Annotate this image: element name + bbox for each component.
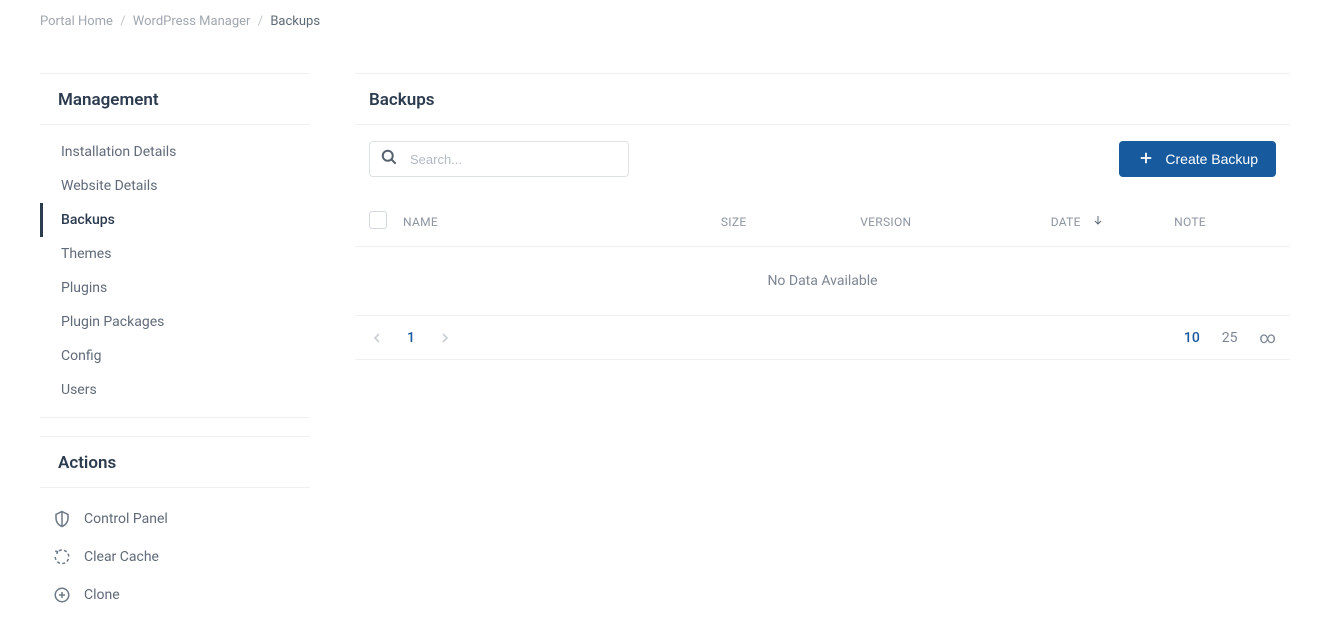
breadcrumb: Portal Home / WordPress Manager / Backup… [0, 0, 1330, 43]
table-empty-state: No Data Available [355, 247, 1290, 316]
sidebar-item-plugins[interactable]: Plugins [40, 271, 310, 305]
action-item-label: Clone [84, 587, 120, 603]
per-page-10[interactable]: 10 [1184, 330, 1200, 346]
sidebar-management-title: Management [40, 73, 310, 125]
page-title: Backups [355, 73, 1290, 125]
action-item-clear-cache[interactable]: Clear Cache [40, 538, 310, 576]
per-page-infinity[interactable]: ∞ [1260, 328, 1276, 347]
sidebar-item-config[interactable]: Config [40, 339, 310, 373]
page-next-button[interactable] [437, 330, 453, 346]
pagination-pages: 1 [369, 330, 453, 346]
per-page-25[interactable]: 25 [1222, 330, 1238, 346]
sidebar-item-backups[interactable]: Backups [40, 203, 310, 237]
column-version[interactable]: VERSION [800, 215, 972, 229]
action-item-label: Clear Cache [84, 549, 159, 565]
backup-table: NAME SIZE VERSION DATE NOTE No Data Avai… [355, 197, 1290, 360]
breadcrumb-current: Backups [270, 14, 320, 29]
sidebar: Management Installation Details Website … [40, 73, 310, 644]
toolbar: Create Backup [355, 125, 1290, 193]
column-date-label: DATE [1051, 215, 1081, 229]
refresh-icon [52, 547, 72, 567]
column-size[interactable]: SIZE [668, 215, 800, 229]
search-box [369, 141, 629, 177]
main-content: Backups Create Backup NAME S [355, 73, 1290, 644]
action-item-control-panel[interactable]: Control Panel [40, 500, 310, 538]
pagination-per-page: 10 25 ∞ [1184, 328, 1276, 347]
column-note[interactable]: NOTE [1104, 215, 1276, 229]
plus-icon [1137, 149, 1155, 170]
sidebar-item-installation-details[interactable]: Installation Details [40, 135, 310, 169]
select-all-checkbox[interactable] [369, 211, 387, 229]
create-backup-label: Create Backup [1165, 151, 1258, 167]
pagination: 1 10 25 ∞ [355, 316, 1290, 360]
search-input[interactable] [369, 141, 629, 177]
breadcrumb-sep: / [120, 14, 125, 29]
column-name[interactable]: NAME [403, 215, 668, 229]
shield-icon [52, 509, 72, 529]
sidebar-management-list: Installation Details Website Details Bac… [40, 125, 310, 418]
breadcrumb-manager[interactable]: WordPress Manager [133, 14, 251, 29]
column-date[interactable]: DATE [972, 214, 1104, 229]
breadcrumb-home[interactable]: Portal Home [40, 14, 113, 29]
page-prev-button[interactable] [369, 330, 385, 346]
sidebar-actions-list: Control Panel Clear Cache Clone [40, 488, 310, 626]
arrow-down-icon [1092, 214, 1104, 229]
action-item-clone[interactable]: Clone [40, 576, 310, 614]
search-icon [379, 147, 399, 171]
table-header: NAME SIZE VERSION DATE NOTE [355, 197, 1290, 247]
sidebar-item-users[interactable]: Users [40, 373, 310, 407]
sidebar-item-website-details[interactable]: Website Details [40, 169, 310, 203]
create-backup-button[interactable]: Create Backup [1119, 141, 1276, 177]
action-item-label: Control Panel [84, 511, 168, 527]
plus-circle-icon [52, 585, 72, 605]
sidebar-item-themes[interactable]: Themes [40, 237, 310, 271]
sidebar-actions-title: Actions [40, 436, 310, 488]
page-current[interactable]: 1 [407, 330, 415, 346]
breadcrumb-sep: / [258, 14, 263, 29]
sidebar-item-plugin-packages[interactable]: Plugin Packages [40, 305, 310, 339]
